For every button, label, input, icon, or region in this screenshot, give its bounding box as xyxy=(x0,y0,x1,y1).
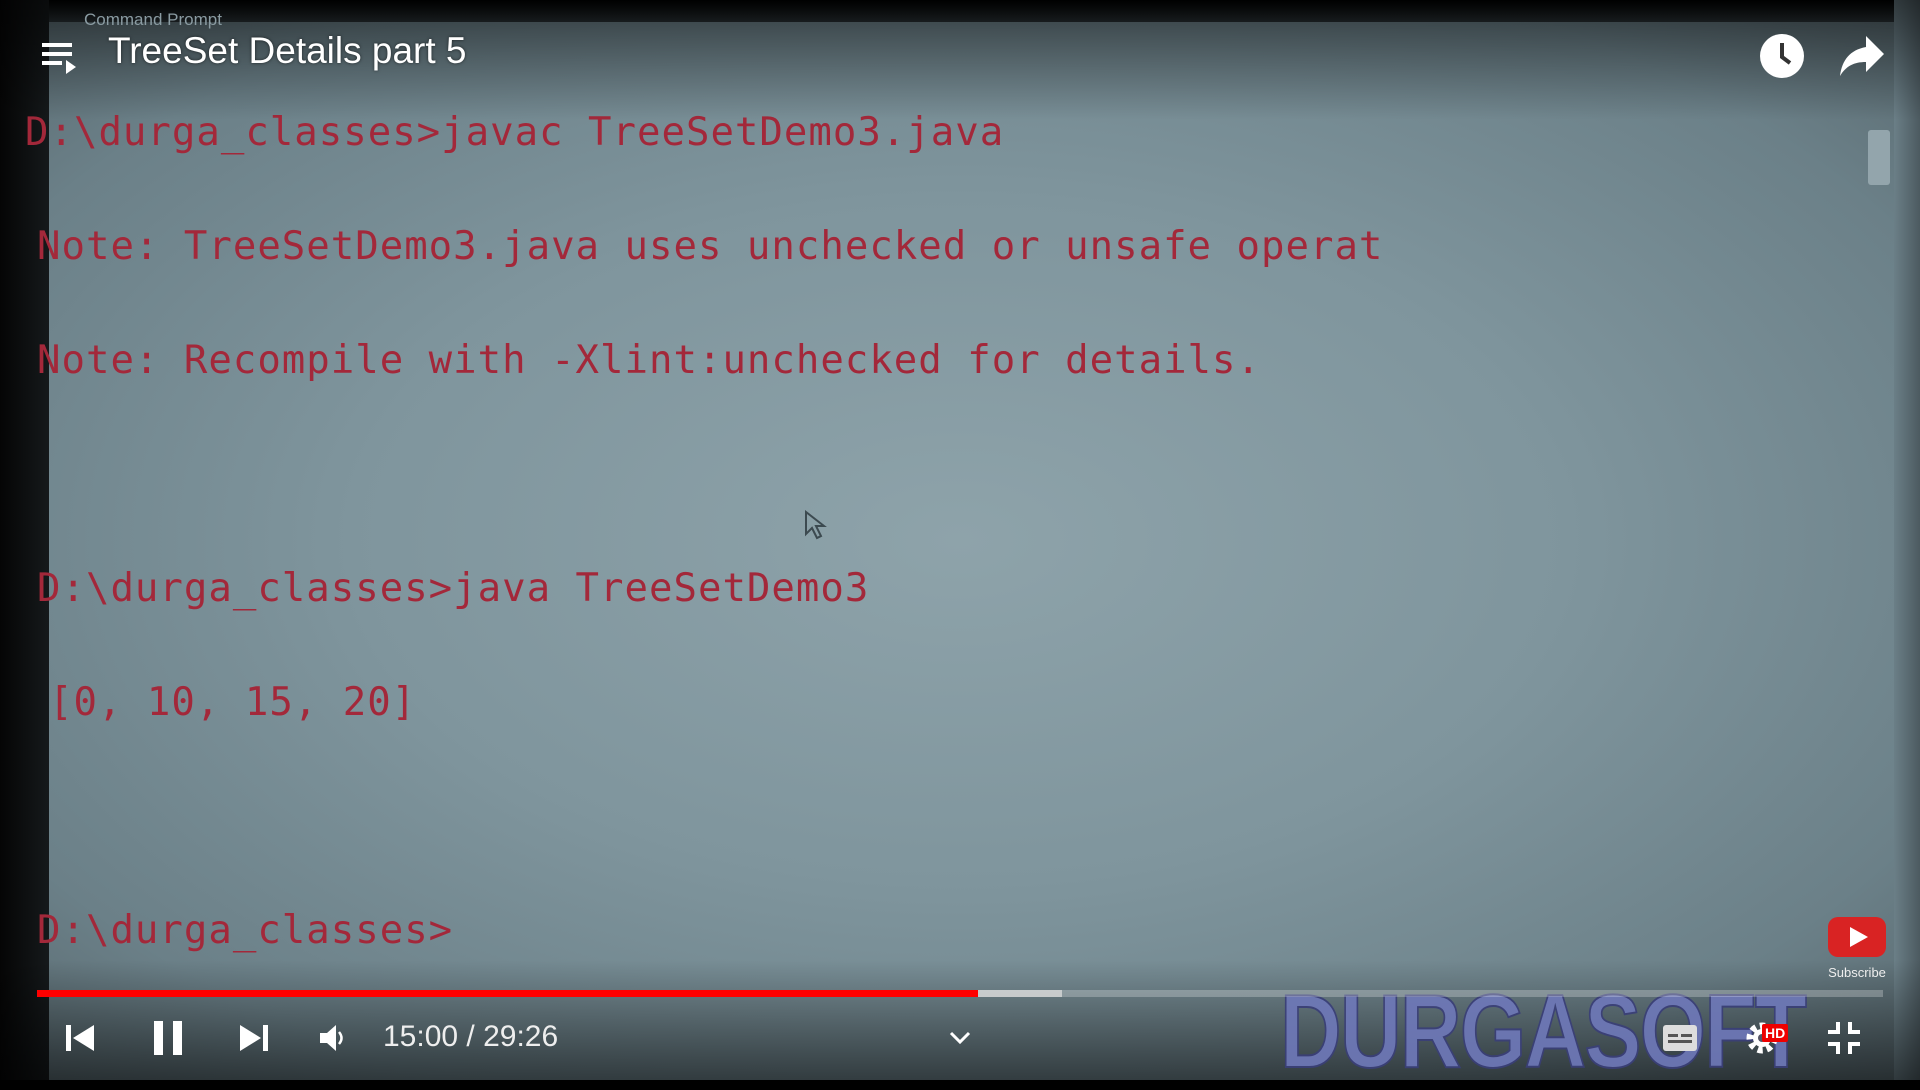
terminal-line: Note: Recompile with -Xlint:unchecked fo… xyxy=(37,338,1261,383)
video-title[interactable]: TreeSet Details part 5 xyxy=(108,30,467,72)
time-current: 15:00 xyxy=(383,1020,459,1053)
volume-icon xyxy=(320,1025,343,1051)
watch-later-clock-icon[interactable] xyxy=(1758,32,1806,80)
skip-next-icon xyxy=(240,1025,268,1051)
progress-bar[interactable] xyxy=(37,990,1883,997)
video-frame[interactable]: D:\durga_classes>javac TreeSetDemo3.java… xyxy=(0,0,1920,1080)
terminal-output: D:\durga_classes>javac TreeSetDemo3.java… xyxy=(25,38,1383,1026)
exit-fullscreen-button[interactable] xyxy=(1822,1018,1866,1058)
youtube-logo-icon xyxy=(1828,917,1886,957)
skip-previous-icon xyxy=(66,1025,94,1051)
previous-button[interactable] xyxy=(60,1018,100,1058)
terminal-line: D:\durga_classes> xyxy=(37,908,454,953)
chapter-dropdown[interactable] xyxy=(940,1018,980,1058)
mouse-cursor-icon xyxy=(805,510,827,540)
share-icon[interactable] xyxy=(1838,34,1886,78)
time-total: 29:26 xyxy=(483,1020,559,1053)
time-display: 15:00 / 29:26 xyxy=(383,1020,558,1054)
time-separator: / xyxy=(458,1020,484,1053)
subtitles-button[interactable] xyxy=(1660,1018,1700,1058)
terminal-line: Note: TreeSetDemo3.java uses unchecked o… xyxy=(37,224,1384,269)
durgasoft-watermark: DURGASOFT xyxy=(1279,974,1808,1090)
exit-fullscreen-icon xyxy=(1828,1022,1860,1054)
terminal-line: D:\durga_classes>java TreeSetDemo3 xyxy=(37,566,870,611)
pause-button[interactable] xyxy=(148,1018,188,1058)
terminal-scrollbar xyxy=(1868,130,1890,185)
subscribe-button[interactable]: Subscribe xyxy=(1824,916,1890,980)
subscribe-label: Subscribe xyxy=(1828,965,1886,980)
hd-badge: HD xyxy=(1762,1024,1789,1042)
next-button[interactable] xyxy=(234,1018,274,1058)
terminal-line: [0, 10, 15, 20] xyxy=(49,680,417,725)
progress-played xyxy=(37,990,979,997)
captions-icon xyxy=(1663,1025,1697,1051)
mute-button[interactable] xyxy=(312,1018,352,1058)
window-title: Command Prompt xyxy=(84,10,222,29)
video-right-border xyxy=(1894,0,1920,1080)
pause-icon xyxy=(154,1021,182,1055)
chevron-down-icon xyxy=(949,1031,971,1045)
playlist-icon[interactable] xyxy=(42,40,82,78)
